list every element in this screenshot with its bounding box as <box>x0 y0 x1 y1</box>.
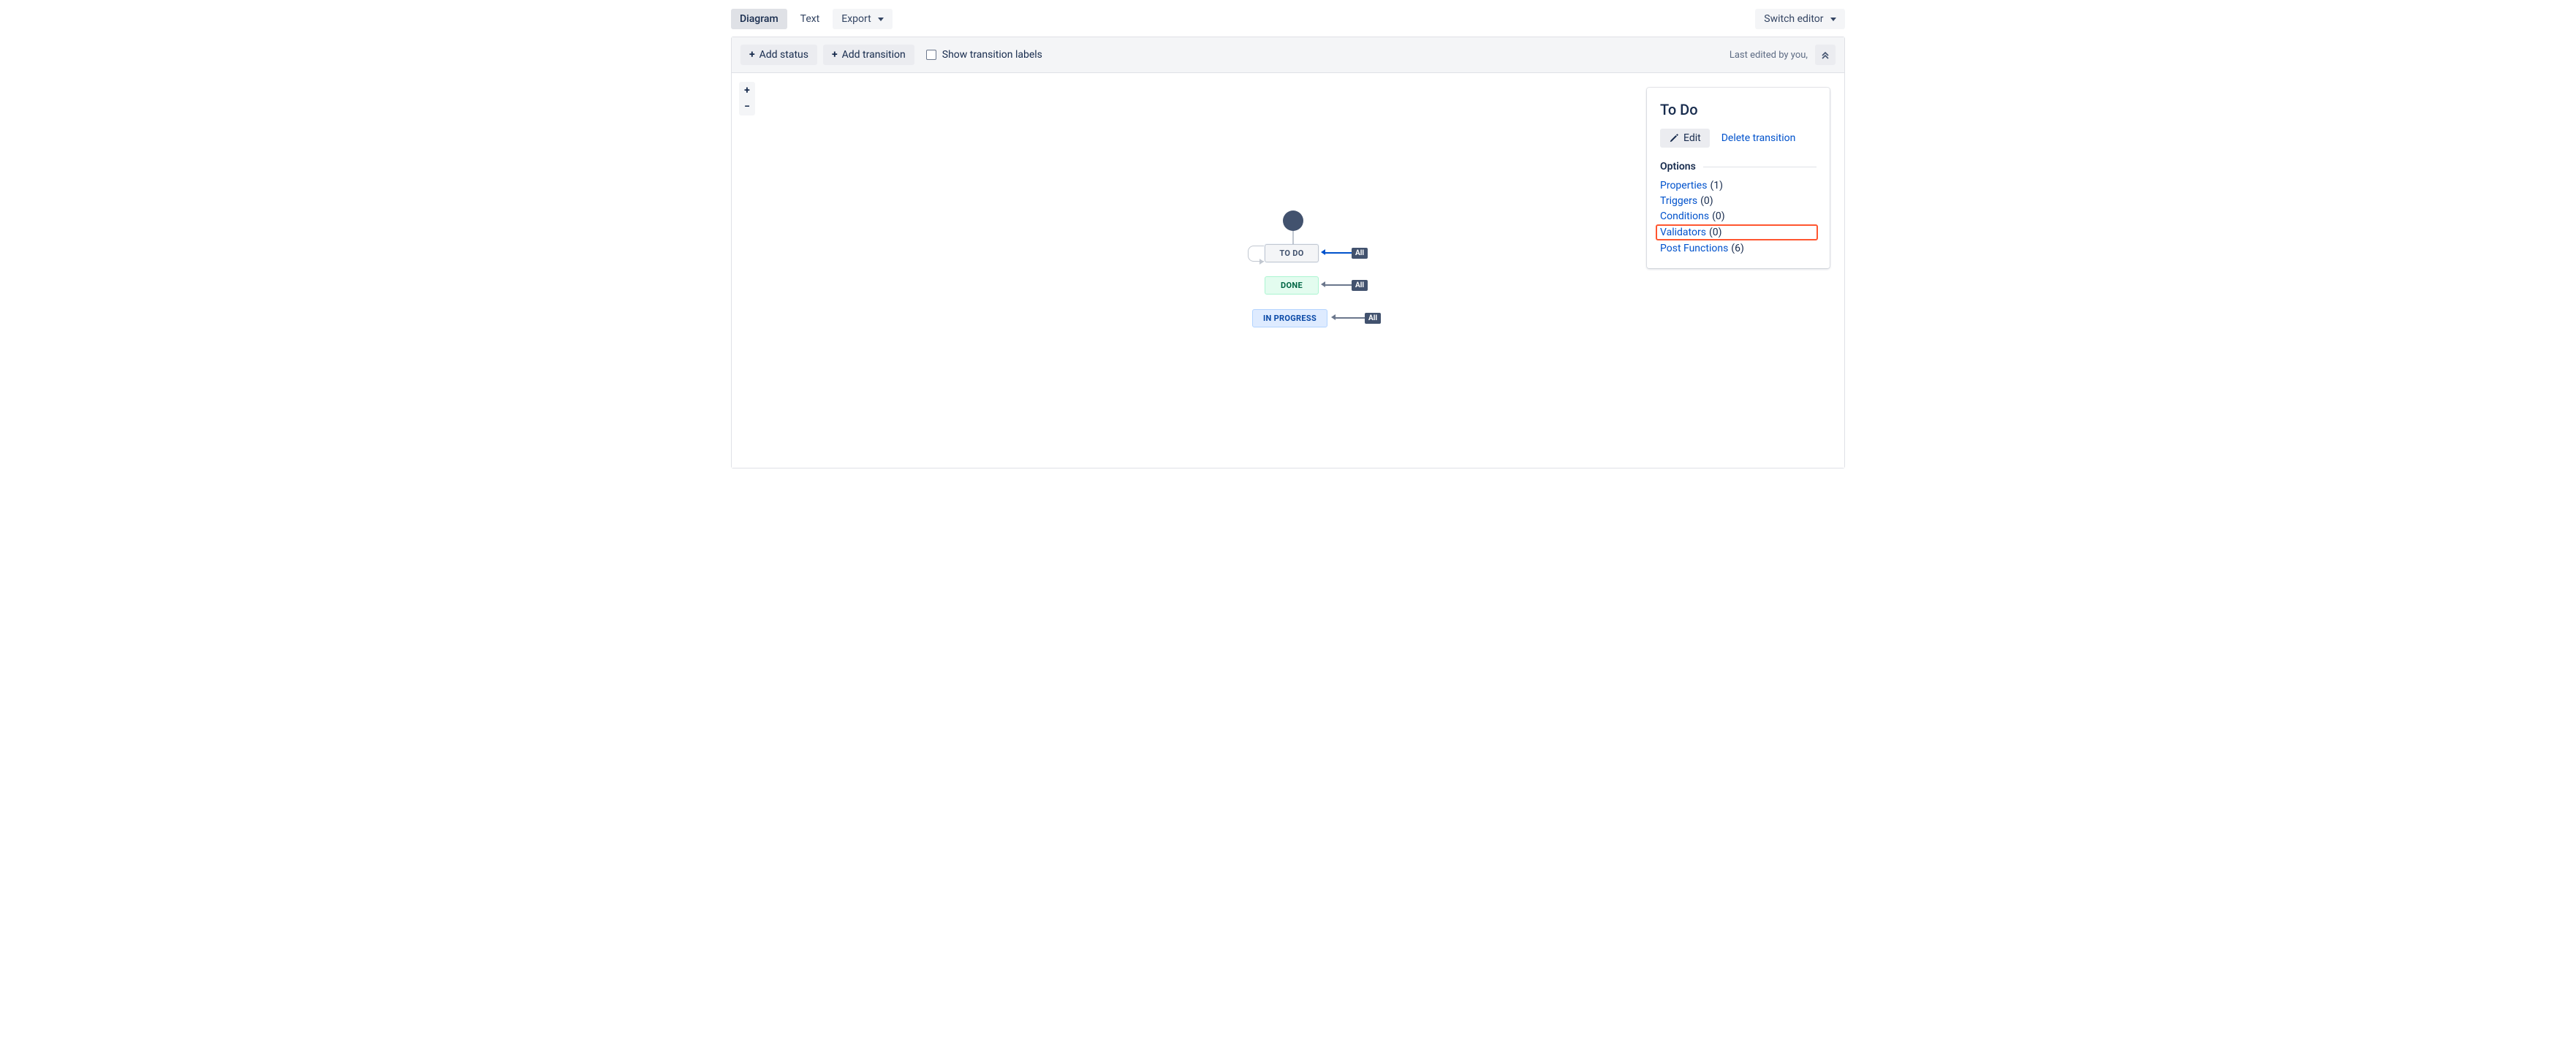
arrowhead-left-icon <box>1321 281 1325 287</box>
start-connector <box>1292 231 1294 244</box>
options-heading: Options <box>1660 161 1696 172</box>
transition-line <box>1336 317 1365 319</box>
view-tabs: Diagram Text Export Switch editor <box>731 9 1845 29</box>
transition-line <box>1325 252 1352 254</box>
workflow-canvas[interactable]: + − TO DO DONE IN PROGRESS All All All <box>732 73 1844 468</box>
workflow-panel: + Add status + Add transition Show trans… <box>731 37 1845 468</box>
option-post-functions-count: (6) <box>1731 243 1744 254</box>
option-properties-count: (1) <box>1710 180 1723 191</box>
chevron-double-up-icon <box>1821 50 1830 59</box>
plus-icon: + <box>749 50 755 60</box>
self-transition-arrowhead <box>1259 259 1264 265</box>
tab-export[interactable]: Export <box>833 9 893 29</box>
add-transition-label: Add transition <box>842 49 906 61</box>
option-properties-link[interactable]: Properties <box>1660 180 1707 191</box>
option-conditions: Conditions (0) <box>1660 210 1817 222</box>
option-triggers-link[interactable]: Triggers <box>1660 195 1697 207</box>
option-post-functions: Post Functions (6) <box>1660 243 1817 254</box>
pencil-icon <box>1669 133 1679 143</box>
transition-all-badge[interactable]: All <box>1352 280 1368 291</box>
status-node-done[interactable]: DONE <box>1265 276 1319 295</box>
switch-editor-label: Switch editor <box>1764 13 1823 25</box>
arrowhead-left-icon <box>1321 249 1325 255</box>
option-validators-count: (0) <box>1709 227 1722 238</box>
option-conditions-link[interactable]: Conditions <box>1660 210 1709 222</box>
tab-export-label: Export <box>841 13 871 25</box>
chevron-down-icon <box>1830 18 1836 21</box>
show-labels-text: Show transition labels <box>942 49 1042 61</box>
tab-diagram[interactable]: Diagram <box>731 9 787 29</box>
option-validators: Validators (0) <box>1657 226 1817 239</box>
transition-details-panel: To Do Edit Delete transition Options Pr <box>1647 88 1830 268</box>
last-edited-text: Last edited by you, <box>1730 50 1808 61</box>
transition-line <box>1325 284 1352 286</box>
add-transition-button[interactable]: + Add transition <box>823 45 914 65</box>
show-labels-toggle[interactable]: Show transition labels <box>926 49 1042 61</box>
status-node-todo[interactable]: TO DO <box>1265 244 1319 262</box>
delete-transition-link[interactable]: Delete transition <box>1721 132 1796 144</box>
add-status-label: Add status <box>759 49 808 61</box>
start-node[interactable] <box>1283 210 1303 231</box>
edit-button[interactable]: Edit <box>1660 129 1710 148</box>
checkbox-icon <box>926 50 936 60</box>
collapse-panel-button[interactable] <box>1815 45 1836 65</box>
tab-text[interactable]: Text <box>792 9 829 29</box>
option-validators-link[interactable]: Validators <box>1660 227 1706 238</box>
option-triggers-count: (0) <box>1700 195 1713 207</box>
zoom-out-button[interactable]: − <box>740 99 754 115</box>
option-properties: Properties (1) <box>1660 180 1817 191</box>
status-node-inprogress[interactable]: IN PROGRESS <box>1252 309 1327 327</box>
option-triggers: Triggers (0) <box>1660 195 1817 207</box>
workflow-toolbar: + Add status + Add transition Show trans… <box>732 37 1844 73</box>
transition-title: To Do <box>1660 101 1817 118</box>
chevron-down-icon <box>878 18 884 21</box>
transition-all-badge[interactable]: All <box>1365 313 1381 324</box>
option-post-functions-link[interactable]: Post Functions <box>1660 243 1728 254</box>
edit-label: Edit <box>1683 132 1701 144</box>
zoom-control: + − <box>739 82 755 115</box>
option-conditions-count: (0) <box>1712 210 1725 222</box>
plus-icon: + <box>832 50 838 60</box>
switch-editor-button[interactable]: Switch editor <box>1755 9 1845 29</box>
transition-all-badge[interactable]: All <box>1352 248 1368 259</box>
arrowhead-left-icon <box>1331 314 1336 320</box>
zoom-in-button[interactable]: + <box>740 83 754 99</box>
add-status-button[interactable]: + Add status <box>740 45 817 65</box>
